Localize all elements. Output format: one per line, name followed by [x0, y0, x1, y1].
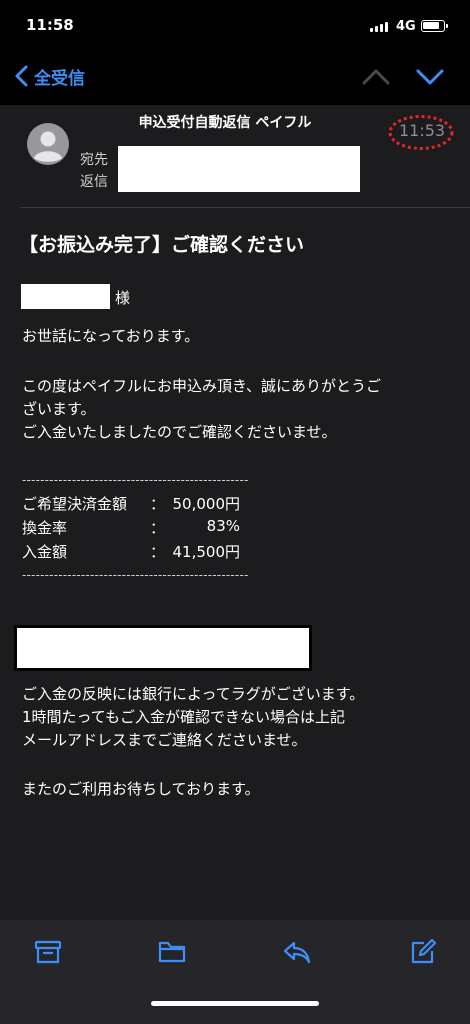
back-label: 全受信	[34, 68, 85, 89]
divider-line-bottom: ----------------------------------------…	[22, 568, 249, 582]
status-bar: 11:58 4G	[0, 0, 470, 50]
archive-icon[interactable]	[33, 937, 63, 967]
home-indicator[interactable]	[151, 1001, 319, 1006]
nav-bar: 全受信	[0, 50, 470, 105]
name-redaction	[21, 284, 110, 309]
sender-name: 申込受付自動返信 ペイフル	[138, 115, 312, 131]
thanks-line-1: この度はペイフルにお申込み頂き、誠にありがとうご	[22, 377, 381, 395]
detail-label: ご希望決済金額	[22, 495, 128, 513]
reply-to-label: 返信	[80, 174, 108, 190]
detail-value: 50,000円	[172, 495, 241, 513]
avatar	[27, 123, 69, 165]
next-message-icon[interactable]	[414, 66, 446, 88]
detail-value: 41,500円	[172, 543, 241, 561]
reply-icon[interactable]	[282, 937, 312, 967]
detail-label: 入金額	[22, 543, 68, 561]
header-divider	[20, 207, 470, 208]
network-type: 4G	[396, 19, 416, 34]
recipient-redaction	[118, 146, 360, 192]
folder-icon[interactable]	[157, 937, 187, 967]
chevron-left-icon	[15, 65, 28, 87]
divider-line-top: ----------------------------------------…	[22, 473, 249, 487]
message-subject: 【お振込み完了】ご確認ください	[19, 234, 305, 256]
annotation-circle	[388, 115, 454, 150]
back-button[interactable]: 全受信	[10, 62, 85, 90]
signal-icon	[370, 22, 388, 32]
honorific: 様	[115, 289, 131, 307]
closing-text: またのご利用お待ちしております。	[22, 780, 260, 798]
bottom-toolbar	[0, 920, 470, 1024]
note-line-2: 1時間たってもご入金が確認できない場合は上記	[22, 708, 346, 726]
status-time: 11:58	[26, 16, 74, 34]
detail-value: 83%	[206, 517, 240, 535]
thanks-line-2: ざいます。	[22, 400, 96, 418]
detail-label: 換金率	[22, 519, 68, 537]
note-line-3: メールアドレスまでご連絡くださいませ。	[22, 731, 307, 749]
greeting-text: お世話になっております。	[22, 327, 200, 345]
compose-icon[interactable]	[408, 937, 438, 967]
previous-message-icon[interactable]	[360, 66, 392, 88]
note-line-1: ご入金の反映には銀行によってラグがございます。	[22, 685, 365, 703]
to-label: 宛先	[80, 152, 108, 168]
contact-redaction	[17, 628, 309, 668]
confirm-text: ご入金いたしましたのでご確認くださいませ。	[22, 423, 337, 441]
battery-icon	[421, 20, 448, 32]
